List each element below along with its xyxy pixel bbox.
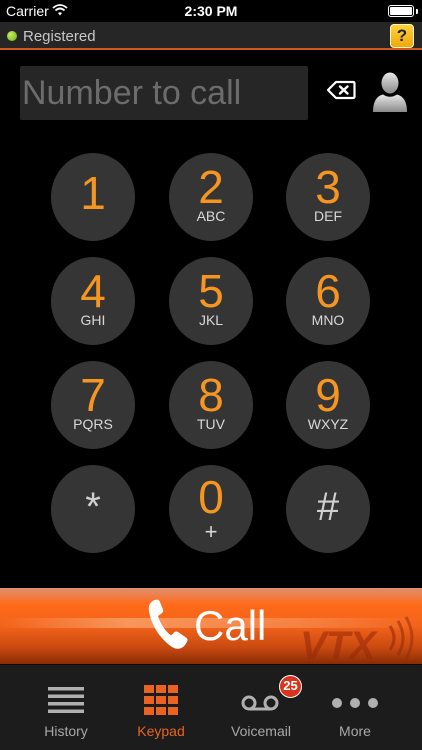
help-button[interactable]: ?	[390, 24, 414, 48]
number-input[interactable]: Number to call	[20, 66, 308, 120]
key-digit: 8	[198, 369, 224, 421]
key-6[interactable]: 6 MNO	[286, 257, 370, 345]
key-symbol: #	[316, 485, 340, 529]
battery-tip	[416, 9, 418, 14]
key-letters: PQRS	[73, 416, 113, 432]
battery-icon	[388, 5, 414, 17]
tab-label: More	[339, 723, 371, 739]
brand-watermark: VTX	[300, 624, 376, 664]
key-3[interactable]: 3 DEF	[286, 153, 370, 241]
backspace-icon[interactable]	[326, 79, 356, 101]
key-9[interactable]: 9 WXYZ	[286, 361, 370, 449]
registration-bar: Registered ?	[0, 22, 422, 50]
key-digit: 3	[315, 161, 341, 213]
key-digit: 2	[198, 161, 224, 213]
call-button[interactable]: VTX Call	[0, 588, 422, 664]
key-1[interactable]: 1	[51, 153, 135, 241]
key-letters: WXYZ	[307, 416, 349, 432]
key-7[interactable]: 7 PQRS	[51, 361, 135, 449]
key-digit: 4	[80, 265, 106, 317]
registration-status-indicator	[7, 31, 17, 41]
list-icon	[48, 687, 84, 713]
phone-icon	[148, 599, 188, 649]
key-letters: GHI	[80, 312, 106, 328]
key-letters: JKL	[198, 312, 224, 328]
key-5[interactable]: 5 JKL	[169, 257, 253, 345]
contacts-icon[interactable]	[371, 70, 409, 112]
key-digit: 0	[198, 471, 224, 523]
key-digit: 9	[315, 369, 341, 421]
voicemail-badge: 25	[279, 675, 302, 698]
key-digit: 6	[315, 265, 341, 317]
key-letters: ABC	[196, 208, 226, 224]
more-dots-icon	[332, 698, 378, 708]
key-2[interactable]: 2 ABC	[169, 153, 253, 241]
tab-voicemail[interactable]: 25 Voicemail	[213, 665, 309, 750]
key-star[interactable]: *	[51, 465, 135, 553]
tab-keypad[interactable]: Keypad	[113, 665, 209, 750]
registration-status-text: Registered	[23, 28, 96, 45]
key-digit: 7	[80, 369, 106, 421]
voicemail-icon	[241, 695, 279, 711]
tab-label: Voicemail	[231, 723, 291, 739]
key-letters: DEF	[314, 208, 342, 224]
key-symbol: *	[85, 485, 101, 529]
tab-label: History	[44, 723, 88, 739]
key-digit: 5	[198, 265, 224, 317]
status-bar: Carrier 2:30 PM	[0, 0, 422, 22]
keypad-grid-icon	[144, 685, 178, 715]
tab-bar: History Keypad 25 Voicemail More	[0, 664, 422, 750]
signal-waves-icon	[388, 616, 414, 660]
key-0[interactable]: 0 +	[169, 465, 253, 553]
key-digit: 1	[80, 167, 106, 219]
tab-label: Keypad	[137, 723, 185, 739]
key-4[interactable]: 4 GHI	[51, 257, 135, 345]
tab-history[interactable]: History	[18, 665, 114, 750]
call-label: Call	[194, 602, 267, 649]
key-letters: +	[204, 519, 218, 544]
tab-more[interactable]: More	[307, 665, 403, 750]
key-8[interactable]: 8 TUV	[169, 361, 253, 449]
key-letters: MNO	[311, 312, 345, 328]
key-hash[interactable]: #	[286, 465, 370, 553]
status-time: 2:30 PM	[184, 3, 238, 19]
key-letters: TUV	[197, 416, 225, 432]
